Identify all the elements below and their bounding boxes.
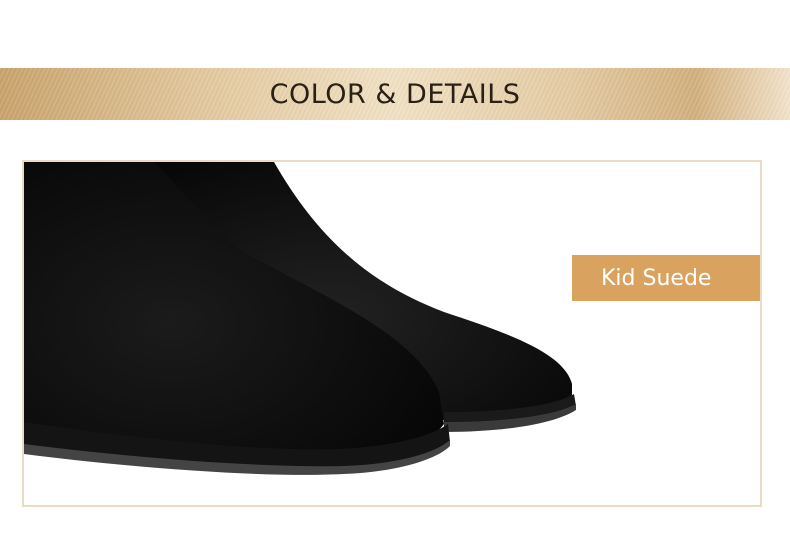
label-underline-decoration (572, 306, 592, 307)
material-label-tag: Kid Suede (572, 255, 760, 307)
section-title: COLOR & DETAILS (269, 78, 521, 110)
section-header-banner: COLOR & DETAILS (0, 68, 790, 120)
product-detail-frame: Kid Suede (22, 160, 762, 507)
material-label: Kid Suede (601, 265, 712, 291)
boot-photo (24, 162, 576, 475)
